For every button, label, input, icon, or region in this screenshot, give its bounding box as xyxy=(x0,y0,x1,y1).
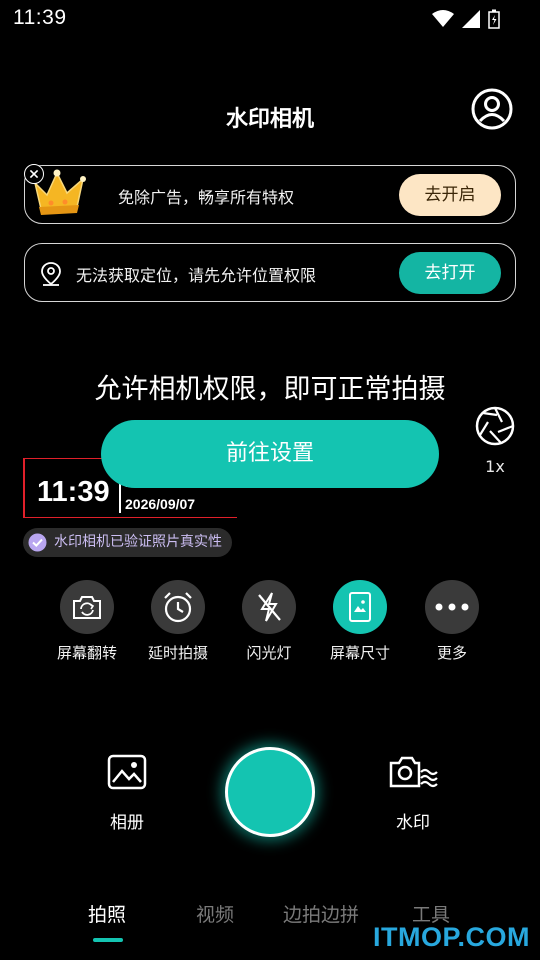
tool-timer[interactable]: 延时拍摄 xyxy=(138,580,218,663)
tool-more[interactable]: 更多 xyxy=(412,580,492,663)
verification-badge: 水印相机已验证照片真实性 xyxy=(23,528,232,557)
watermark-label: 水印 xyxy=(396,813,430,833)
watermark-time: 11:39 xyxy=(37,476,110,508)
aperture-icon[interactable] xyxy=(474,405,516,447)
more-icon xyxy=(425,580,479,634)
battery-icon xyxy=(488,9,500,29)
tool-label: 屏幕尺寸 xyxy=(329,644,390,662)
tool-screen-flip[interactable]: 屏幕翻转 xyxy=(47,580,127,663)
watermark-date: 2026/09/07 xyxy=(125,496,196,512)
gallery-button[interactable]: 相册 xyxy=(98,754,156,833)
status-time: 11:39 xyxy=(13,6,67,29)
tab-video[interactable]: 视频 xyxy=(196,900,234,927)
tool-flash[interactable]: 闪光灯 xyxy=(229,580,309,663)
site-watermark: ITMOP.COM xyxy=(372,922,530,952)
app-title: 水印相机 xyxy=(225,107,314,132)
tab-shoot-and-stitch[interactable]: 边拍边拼 xyxy=(283,900,359,927)
tool-label: 闪光灯 xyxy=(246,644,292,662)
tab-photo[interactable]: 拍照 xyxy=(88,900,126,927)
status-bar: 11:39 xyxy=(0,0,540,38)
active-tab-indicator xyxy=(93,938,123,942)
tool-screen-size[interactable]: 屏幕尺寸 xyxy=(320,580,400,663)
tool-label: 屏幕翻转 xyxy=(56,644,117,662)
tool-label: 延时拍摄 xyxy=(147,644,208,662)
location-open-button[interactable]: 去打开 xyxy=(399,252,501,294)
wifi-icon xyxy=(432,10,454,27)
location-banner-text: 无法获取定位，请先允许位置权限 xyxy=(76,266,317,285)
location-pin-icon xyxy=(41,262,61,286)
verification-text: 水印相机已验证照片真实性 xyxy=(54,534,222,550)
shutter-button[interactable] xyxy=(225,747,315,837)
profile-icon[interactable] xyxy=(471,88,513,130)
timer-icon xyxy=(151,580,205,634)
vip-banner[interactable]: 免除广告，畅享所有特权 去开启 xyxy=(24,164,516,224)
go-to-settings-button[interactable]: 前往设置 xyxy=(101,420,439,488)
watermark-button[interactable]: 水印 xyxy=(384,754,442,833)
gallery-icon xyxy=(107,754,147,790)
flash-off-icon xyxy=(242,580,296,634)
vip-banner-text: 免除广告，畅享所有特权 xyxy=(118,188,295,207)
verified-check-icon xyxy=(28,533,47,552)
camera-tools: 屏幕翻转 延时拍摄 闪光灯 屏幕尺寸 更多 xyxy=(0,580,540,664)
gallery-label: 相册 xyxy=(110,813,144,833)
aspect-ratio-icon xyxy=(333,580,387,634)
permission-message: 允许相机权限，即可正常拍摄 xyxy=(94,374,446,405)
tool-label: 更多 xyxy=(436,644,467,662)
close-icon[interactable] xyxy=(24,164,44,184)
status-icons xyxy=(432,9,500,29)
location-banner[interactable]: 无法获取定位，请先允许位置权限 去打开 xyxy=(24,243,516,302)
vip-enable-button[interactable]: 去开启 xyxy=(399,174,501,216)
watermark-camera-icon xyxy=(389,756,438,788)
signal-icon xyxy=(462,10,480,28)
zoom-level[interactable]: 1x xyxy=(474,457,516,476)
camera-flip-icon xyxy=(60,580,114,634)
